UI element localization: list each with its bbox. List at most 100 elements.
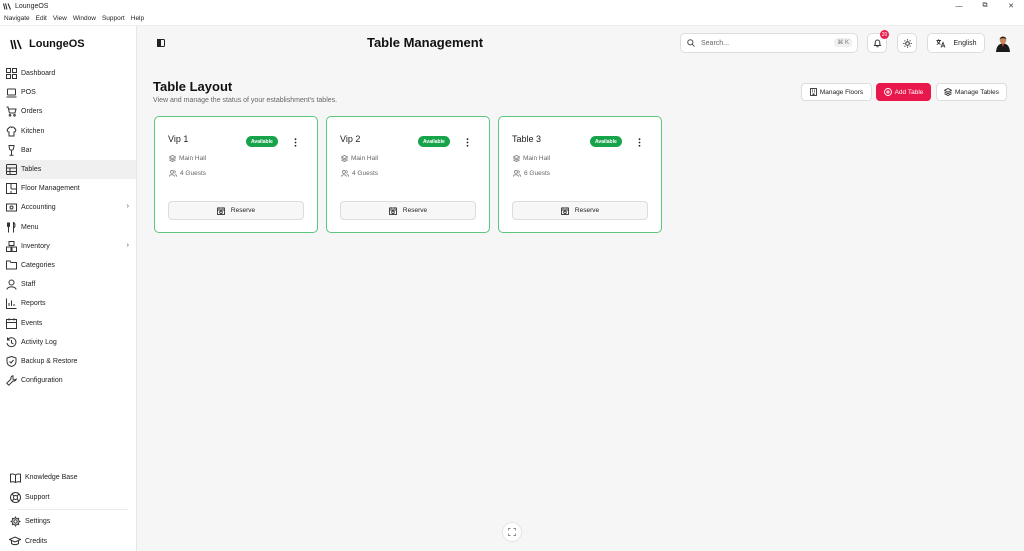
sidebar-item-settings[interactable]: Settings [0,512,136,532]
sidebar-item-label: Orders [21,108,43,116]
sidebar-item-knowledge-base[interactable]: Knowledge Base [0,468,136,488]
menu-support[interactable]: Support [102,15,125,22]
table-floor-label: Main Hall [523,155,551,162]
table-icon [5,164,17,176]
history-icon [5,336,17,348]
manage-floors-label: Manage Floors [819,88,864,96]
folder-icon [5,259,17,271]
sidebar-item-staff[interactable]: Staff [0,275,136,294]
sidebar-item-label: Inventory [21,242,50,250]
reserve-label: Reserve [402,207,428,214]
calendar-clock-icon [216,206,225,215]
table-guests: 6 Guests [513,170,550,177]
money-icon [5,202,17,214]
sidebar-item-label: Categories [21,261,55,269]
sidebar-item-activity-log[interactable]: Activity Log [0,333,136,352]
gear-icon [9,516,21,528]
menu-window[interactable]: Window [73,15,96,22]
avatar[interactable] [994,34,1012,52]
sidebar-item-inventory[interactable]: Inventory › [0,237,136,256]
menu-edit[interactable]: Edit [36,15,47,22]
sidebar-item-label: Reports [21,300,46,308]
sidebar-item-dashboard[interactable]: Dashboard [0,64,136,83]
calendar-clock-icon [388,206,397,215]
manage-floors-button[interactable]: Manage Floors [801,83,872,101]
sidebar-item-label: Accounting [21,204,56,212]
reserve-label: Reserve [574,207,600,214]
sidebar: LoungeOS Dashboard POS Orders Kitchen Ba… [0,26,137,551]
sidebar-item-floor-management[interactable]: Floor Management [0,179,136,198]
sidebar-item-label: Staff [21,281,36,289]
users-icon [341,170,349,177]
more-vertical-icon[interactable] [635,136,643,148]
search-shortcut: ⌘ K [834,38,852,47]
sidebar-item-backup-restore[interactable]: Backup & Restore [0,352,136,371]
dashboard-icon [5,68,17,80]
chevron-right-icon: › [126,203,129,211]
table-floor: Main Hall [169,155,206,162]
status-badge: Available [590,136,622,147]
sidebar-item-tables[interactable]: Tables [0,159,136,180]
table-guests-label: 4 Guests [352,170,379,177]
menu-view[interactable]: View [53,15,67,22]
floor-icon [5,183,17,195]
more-vertical-icon[interactable] [291,136,299,148]
sidebar-item-label: Tables [21,166,42,174]
status-badge: Available [246,136,278,147]
add-table-label: Add Table [894,88,924,96]
sidebar-item-label: Events [21,319,43,327]
sidebar-item-events[interactable]: Events [0,313,136,332]
brand-logo-icon [10,39,22,49]
calendar-icon [5,317,17,329]
brand[interactable]: LoungeOS [10,38,85,50]
add-table-button[interactable]: Add Table [876,83,931,101]
minimize-button[interactable]: — [946,0,972,12]
search-input[interactable]: Search... ⌘ K [680,33,858,53]
sidebar-item-configuration[interactable]: Configuration [0,371,136,390]
shield-icon [5,355,17,367]
sidebar-item-support[interactable]: Support [0,488,136,508]
status-badge: Available [418,136,450,147]
book-icon [9,472,21,484]
cart-icon [5,106,17,118]
table-floor-label: Main Hall [351,155,379,162]
maximize-button[interactable]: ⧉ [972,0,998,12]
sidebar-item-label: Menu [21,223,39,231]
close-button[interactable]: ✕ [998,0,1024,12]
fullscreen-button[interactable] [502,522,522,542]
sidebar-item-pos[interactable]: POS [0,83,136,102]
expand-icon [508,528,516,536]
language-label: English [953,39,977,47]
reserve-button[interactable]: Reserve [340,201,476,220]
reserve-button[interactable]: Reserve [512,201,648,220]
sidebar-divider [8,509,128,510]
table-card[interactable]: Vip 1 Available Main Hall 4 Guests Reser… [154,116,318,233]
table-card[interactable]: Vip 2 Available Main Hall 4 Guests Reser… [326,116,490,233]
search-icon [687,39,695,47]
menu-help[interactable]: Help [131,15,144,22]
sidebar-item-kitchen[interactable]: Kitchen [0,122,136,141]
search-placeholder: Search... [701,39,730,47]
reserve-button[interactable]: Reserve [168,201,304,220]
sidebar-item-categories[interactable]: Categories [0,256,136,275]
language-selector[interactable]: English [927,33,985,53]
sidebar-item-credits[interactable]: Credits [0,532,136,551]
sidebar-item-accounting[interactable]: Accounting › [0,198,136,217]
laptop-icon [5,87,17,99]
notifications-button[interactable]: 20 [867,30,889,53]
sidebar-item-menu[interactable]: Menu [0,218,136,237]
menu-navigate[interactable]: Navigate [4,15,30,22]
sidebar-item-bar[interactable]: Bar [0,141,136,160]
menu-bar: Navigate Edit View Window Support Help [0,12,1024,26]
table-card[interactable]: Table 3 Available Main Hall 6 Guests Res… [498,116,662,233]
sidebar-item-label: Knowledge Base [25,474,78,482]
manage-tables-button[interactable]: Manage Tables [936,83,1007,101]
table-name: Vip 1 [168,134,189,144]
sidebar-item-label: Backup & Restore [21,357,78,365]
brand-name: LoungeOS [29,38,85,50]
graduation-icon [9,535,21,547]
theme-toggle-button[interactable] [897,33,917,53]
more-vertical-icon[interactable] [463,136,471,148]
sidebar-item-reports[interactable]: Reports [0,294,136,313]
sidebar-item-orders[interactable]: Orders [0,102,136,121]
